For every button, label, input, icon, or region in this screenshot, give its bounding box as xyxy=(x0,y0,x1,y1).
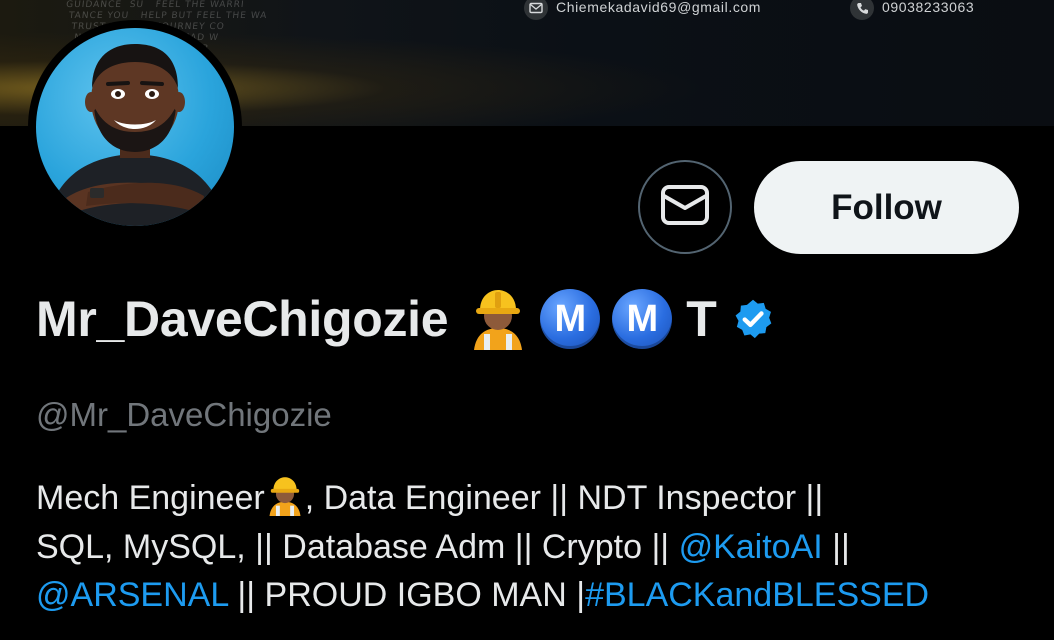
m-badge: M xyxy=(612,289,673,349)
bio-line: @ARSENAL || PROUD IGBO MAN |#BLACKandBLE… xyxy=(36,571,1036,620)
bio-text: Mech Engineer xyxy=(36,479,265,517)
profile-avatar[interactable] xyxy=(28,20,242,234)
email-text: Chiemekadavid69@gmail.com xyxy=(556,0,762,15)
construction-worker-icon xyxy=(468,288,528,350)
construction-worker-icon xyxy=(265,476,305,516)
mention-link[interactable]: @ARSENAL xyxy=(36,576,228,614)
phone-text: 09038233063 xyxy=(882,0,975,15)
phone-icon xyxy=(850,0,874,20)
display-name: Mr_DaveChigozie xyxy=(36,291,449,347)
envelope-icon xyxy=(660,184,710,231)
hashtag-link[interactable]: #BLACKandBLESSED xyxy=(585,576,929,614)
follow-button[interactable]: Follow xyxy=(754,161,1019,254)
profile-handle: @Mr_DaveChigozie xyxy=(36,396,332,433)
m-badge: M xyxy=(540,289,601,349)
bio-line: Mech Engineer , Data Engineer || NDT Insp… xyxy=(36,474,1036,523)
bio-text: || PROUD IGBO MAN | xyxy=(227,576,586,614)
bio-text: , Data Engineer || NDT Inspector || xyxy=(304,479,824,517)
bio-text: || xyxy=(822,527,850,566)
mention-link[interactable]: @KaitoAI xyxy=(679,528,823,566)
mail-icon xyxy=(524,0,548,20)
avatar-icon xyxy=(36,28,234,226)
banner-phone: 09038233063 xyxy=(850,0,974,22)
banner-email: Chiemekadavid69@gmail.com xyxy=(524,0,761,22)
message-button[interactable] xyxy=(638,160,732,254)
bio-line: SQL, MySQL, || Database Adm || Crypto ||… xyxy=(36,523,1036,572)
name-suffix: T xyxy=(686,291,717,347)
verified-badge-icon[interactable] xyxy=(731,297,775,341)
profile-bio: Mech Engineer , Data Engineer || NDT Insp… xyxy=(36,474,1036,620)
bio-text: SQL, MySQL, || Database Adm || Crypto || xyxy=(36,527,679,566)
display-name-row: Mr_DaveChigozie M M T xyxy=(36,286,775,352)
